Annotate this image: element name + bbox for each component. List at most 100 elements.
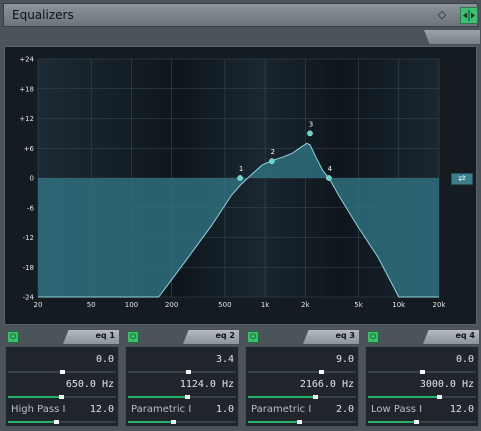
q-slider-fill — [128, 421, 173, 423]
eq-module-2: eq 2 ⏻ 3.4 1124.0 Hz Parametric I 1.0 — [125, 330, 239, 427]
q-slider[interactable] — [8, 420, 116, 424]
eq-node-label: 1 — [239, 165, 243, 173]
q-slider-fill — [8, 421, 56, 423]
filter-type[interactable]: Low Pass I — [371, 404, 422, 415]
frequency-slider-fill — [8, 396, 61, 398]
x-tick-label: 200 — [165, 301, 178, 309]
q-value[interactable]: 1.0 — [216, 404, 234, 415]
diamond-icon[interactable]: ◇ — [434, 7, 450, 23]
frequency-field[interactable]: 3000.0 Hz — [368, 375, 476, 394]
ab-compare-icon[interactable] — [460, 7, 478, 24]
eq-module-body: 3.4 1124.0 Hz Parametric I 1.0 — [125, 346, 239, 427]
x-tick-label: 2k — [301, 301, 310, 309]
x-tick-label: 20k — [433, 301, 447, 309]
eq-module-tab: eq 4 ⏻ — [365, 330, 479, 344]
eq-module-1: eq 1 ⏻ 0.0 650.0 Hz High Pass I 12.0 — [5, 330, 119, 427]
frequency-slider-knob[interactable] — [313, 395, 318, 399]
eq-name: eq 4 — [455, 331, 475, 340]
q-slider-knob[interactable] — [297, 420, 302, 424]
frequency-slider[interactable] — [248, 395, 356, 399]
frequency-field[interactable]: 2166.0 Hz — [248, 375, 356, 394]
frequency-field[interactable]: 650.0 Hz — [8, 375, 116, 394]
x-tick-label: 500 — [218, 301, 231, 309]
gain-field[interactable]: 3.4 — [128, 350, 236, 369]
x-tick-label: 20 — [34, 301, 43, 309]
y-tick-label: -6 — [27, 204, 35, 212]
eq-module-3: eq 3 ⏻ 9.0 2166.0 Hz Parametric I 2.0 — [245, 330, 359, 427]
eq-name: eq 1 — [95, 331, 115, 340]
q-slider-knob[interactable] — [414, 420, 419, 424]
filter-type[interactable]: Parametric I — [131, 404, 191, 415]
gain-slider-knob[interactable] — [420, 370, 425, 374]
y-tick-label: +12 — [19, 115, 34, 123]
eq-module-4: eq 4 ⏻ 0.0 3000.0 Hz Low Pass I 12.0 — [365, 330, 479, 427]
window-title: Equalizers — [12, 8, 74, 22]
x-tick-label: 5k — [354, 301, 363, 309]
frequency-field[interactable]: 1124.0 Hz — [128, 375, 236, 394]
eq-curve-display[interactable]: +24 +18 +12 +6 0 -6 -12 -18 -24 20 50 100 200 500 1k 2k… — [4, 46, 477, 325]
gain-slider-knob[interactable] — [186, 370, 191, 374]
gain-slider-knob[interactable] — [60, 370, 65, 374]
eq-module-tab: eq 2 ⏻ — [125, 330, 239, 344]
q-value[interactable]: 12.0 — [450, 404, 474, 415]
q-slider-knob[interactable] — [171, 420, 176, 424]
eq-graph-svg[interactable]: +24+18+12+60-6-12-18-2420 50 100 200 500 1k 2k… — [5, 47, 478, 326]
gain-field[interactable]: 9.0 — [248, 350, 356, 369]
q-slider[interactable] — [368, 420, 476, 424]
q-slider-fill — [368, 421, 416, 423]
y-tick-label: -12 — [23, 234, 34, 242]
type-q-field[interactable]: Low Pass I 12.0 — [368, 400, 476, 419]
frequency-slider[interactable] — [8, 395, 116, 399]
filter-type[interactable]: High Pass I — [11, 404, 65, 415]
power-icon[interactable]: ⏻ — [367, 331, 379, 343]
filter-type[interactable]: Parametric I — [251, 404, 311, 415]
frequency-slider-fill — [248, 396, 315, 398]
type-q-field[interactable]: Parametric I 1.0 — [128, 400, 236, 419]
eq-node-label: 4 — [328, 165, 333, 173]
q-value[interactable]: 2.0 — [336, 404, 354, 415]
gain-slider[interactable] — [368, 370, 476, 374]
window-titlebar: Equalizers ◇ — [3, 3, 478, 27]
y-tick-label: +24 — [19, 56, 34, 64]
eq-module-body: 0.0 3000.0 Hz Low Pass I 12.0 — [365, 346, 479, 427]
eq-node-handle — [237, 175, 243, 181]
q-value[interactable]: 12.0 — [90, 404, 114, 415]
eq-node-handle — [269, 158, 275, 164]
link-icon[interactable]: ⇄ — [451, 173, 473, 185]
type-q-field[interactable]: Parametric I 2.0 — [248, 400, 356, 419]
power-icon[interactable]: ⏻ — [247, 331, 259, 343]
eq-module-body: 9.0 2166.0 Hz Parametric I 2.0 — [245, 346, 359, 427]
y-tick-label: +18 — [19, 85, 34, 93]
type-q-field[interactable]: High Pass I 12.0 — [8, 400, 116, 419]
eq-name: eq 3 — [335, 331, 355, 340]
frequency-slider[interactable] — [128, 395, 236, 399]
frequency-slider-knob[interactable] — [59, 395, 64, 399]
y-tick-label: 0 — [30, 175, 34, 183]
gain-slider[interactable] — [128, 370, 236, 374]
q-slider-knob[interactable] — [54, 420, 59, 424]
q-slider[interactable] — [248, 420, 356, 424]
gain-slider[interactable] — [248, 370, 356, 374]
frequency-slider-knob[interactable] — [437, 395, 442, 399]
eq-node-handle — [326, 175, 332, 181]
eq-name: eq 2 — [215, 331, 235, 340]
power-icon[interactable]: ⏻ — [127, 331, 139, 343]
eq-module-tab: eq 3 ⏻ — [245, 330, 359, 344]
frequency-slider-fill — [368, 396, 439, 398]
gain-slider[interactable] — [8, 370, 116, 374]
y-tick-label: -18 — [23, 264, 34, 272]
gain-field[interactable]: 0.0 — [368, 350, 476, 369]
gain-slider-knob[interactable] — [319, 370, 324, 374]
gain-field[interactable]: 0.0 — [8, 350, 116, 369]
x-tick-label: 100 — [125, 301, 138, 309]
eq-node-handle — [307, 130, 313, 137]
eq-module-body: 0.0 650.0 Hz High Pass I 12.0 — [5, 346, 119, 427]
frequency-slider-knob[interactable] — [185, 395, 190, 399]
frequency-slider[interactable] — [368, 395, 476, 399]
q-slider[interactable] — [128, 420, 236, 424]
panel-tab-decoration — [424, 30, 480, 44]
y-tick-label: +6 — [24, 145, 35, 153]
eq-module-tab: eq 1 ⏻ — [5, 330, 119, 344]
power-icon[interactable]: ⏻ — [7, 331, 19, 343]
q-slider-fill — [248, 421, 299, 423]
